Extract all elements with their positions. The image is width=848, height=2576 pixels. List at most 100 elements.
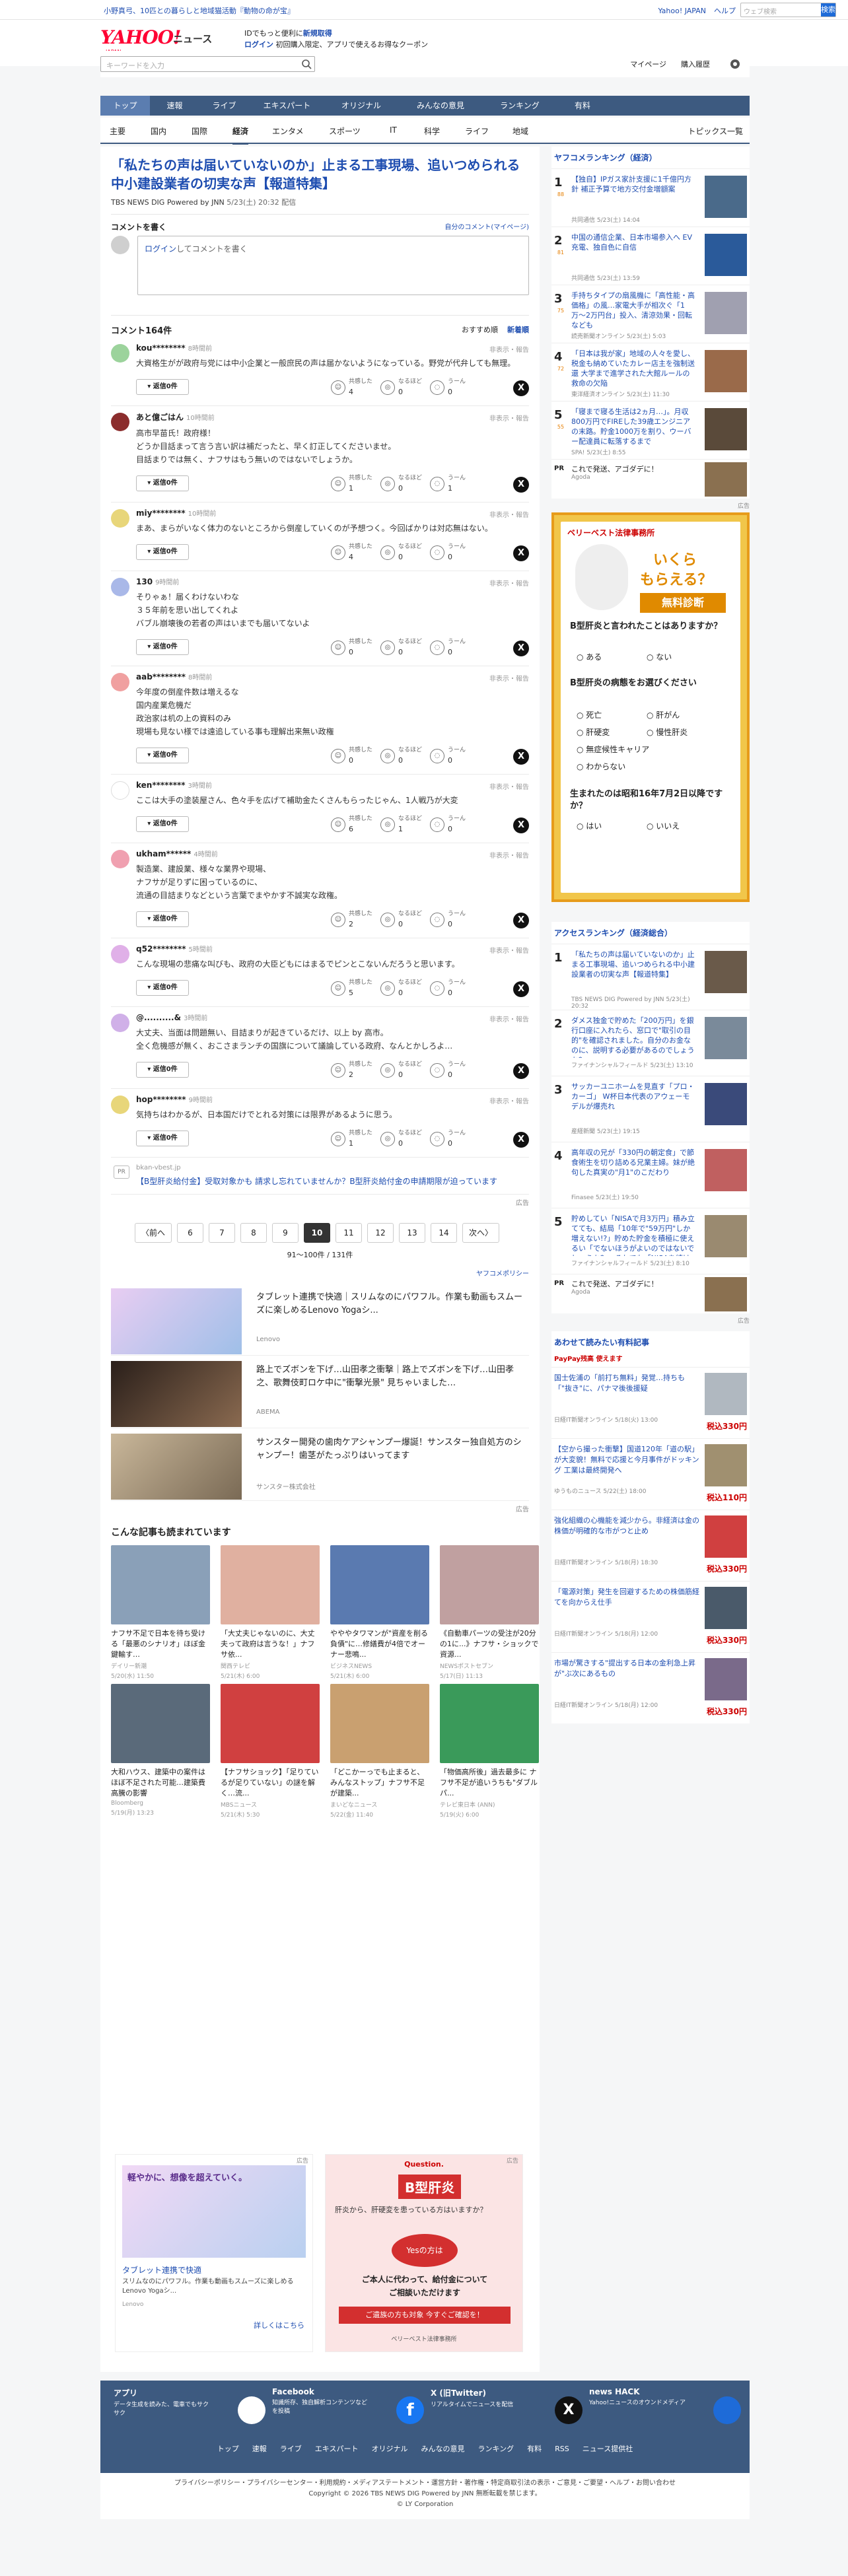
footer-nav-link[interactable]: ランキング bbox=[477, 2445, 514, 2453]
sponsored-item[interactable]: 路上でズボンを下げ…山田孝之衝撃｜路上でズボンを下げ…山田孝之、歌舞伎町ロケ中に… bbox=[111, 1356, 529, 1428]
ranking-item[interactable]: 5 貯めしてい「NISAで月3万円」積み立てても、結局「10年で"59万円"しか増… bbox=[551, 1208, 750, 1274]
ranking-title[interactable]: 中国の通信企業、日本市場参入へ EV充電、独自色に自信 bbox=[571, 232, 697, 273]
footer-nav-link[interactable]: みんなの意見 bbox=[421, 2445, 464, 2453]
avatar[interactable] bbox=[111, 509, 129, 528]
reaction-button[interactable]: ☺ 共感した 0 bbox=[331, 746, 380, 766]
x-share-icon[interactable]: X bbox=[513, 545, 529, 561]
recommended-item[interactable]: 《自動車パーツの受注が20分の1に...》ナフサ・ショックで資源... NEWSポ… bbox=[440, 1545, 539, 1680]
ranking-title[interactable]: 手持ちタイプの扇風機に「高性能・高価格」の風…家電大手が相次ぐ「1万〜2万円台」… bbox=[571, 291, 697, 331]
paid-article-title[interactable]: 市場が驚きする"提出する日本の金利急上昇が"ぶ次にあるもの bbox=[554, 1658, 699, 1679]
reaction-button[interactable]: ◎ なるほど 1 bbox=[380, 815, 430, 835]
report-link[interactable]: 非表示・報告 bbox=[489, 509, 529, 519]
quiz-option[interactable]: ○ 無症候性キャリア bbox=[577, 744, 649, 755]
comment-login-link[interactable]: ログイン bbox=[145, 244, 176, 254]
nav-tab-ranking[interactable]: ランキング bbox=[483, 96, 556, 116]
footer-nav-link[interactable]: エキスパート bbox=[315, 2445, 359, 2453]
reaction-button[interactable]: ◌ うーん 1 bbox=[430, 474, 479, 494]
nav-tab-original[interactable]: オリジナル bbox=[325, 96, 398, 116]
sponsored-item[interactable]: タブレット連携で快適｜スリムなのにパワフル。作業も動画もスムーズに楽しめるLen… bbox=[111, 1283, 529, 1356]
signup-link[interactable]: 新規取得 bbox=[303, 29, 332, 38]
yahoo-news-logo[interactable]: YAHOO! JAPAN ニュース bbox=[100, 26, 212, 55]
learn-more-link[interactable]: 詳しくはこちら bbox=[254, 2320, 304, 2330]
nav-tab-flash[interactable]: 速報 bbox=[150, 96, 199, 116]
x-share-icon[interactable]: X bbox=[513, 477, 529, 493]
web-search-button[interactable]: 検索 bbox=[821, 3, 835, 17]
reaction-button[interactable]: ☺ 共感した 6 bbox=[331, 815, 380, 835]
footer-nav-link[interactable]: ニュース提供社 bbox=[583, 2445, 633, 2453]
reply-button[interactable]: ▾ 返信0件 bbox=[136, 980, 189, 996]
footer-nav-link[interactable]: 有料 bbox=[527, 2445, 542, 2453]
paid-article[interactable]: 【空から撮った衝撃】国道120年「道の駅」が大変貌！無料で応援と今月事件がドッキ… bbox=[551, 1438, 750, 1510]
sort-recommend[interactable]: おすすめ順 bbox=[462, 326, 498, 334]
recommended-title[interactable]: 【ナフサショック】「足りているが足りていない」の謎を解く…流... bbox=[221, 1767, 320, 1799]
footer-nav-link[interactable]: オリジナル bbox=[371, 2445, 407, 2453]
ranking-item[interactable]: 1 88 【独自】IPガス家計支援に1千億円方針 補正予算で地方交付金増額案 共同通信… bbox=[551, 168, 750, 226]
reaction-button[interactable]: ◎ なるほど 0 bbox=[380, 746, 430, 766]
help-link[interactable]: ヘルプ bbox=[714, 7, 736, 15]
purchase-history-link[interactable]: 購入履歴 bbox=[681, 60, 710, 69]
ranking-title[interactable]: 貯めしてい「NISAで月3万円」積み立てても、結局「10年で"59万円"しか増え… bbox=[571, 1214, 697, 1256]
cat-world[interactable]: 国際 bbox=[192, 125, 207, 137]
page-link[interactable]: 14 bbox=[431, 1223, 457, 1243]
quiz-option[interactable]: ○ 死亡 bbox=[577, 709, 602, 720]
ranking-item[interactable]: 4 高年収の兄が「330円の朝定食」で節食術生を切り詰める兄業主婦。妹が絶句した真… bbox=[551, 1142, 750, 1208]
quiz-option[interactable]: ○ わからない bbox=[577, 761, 625, 772]
cat-it[interactable]: IT bbox=[390, 125, 397, 135]
reaction-button[interactable]: ☺ 共感した 4 bbox=[331, 543, 380, 563]
comment-author[interactable]: ukham****** 4時間前 bbox=[136, 849, 529, 858]
report-link[interactable]: 非表示・報告 bbox=[489, 344, 529, 354]
quiz-option[interactable]: ○ 慢性肝炎 bbox=[647, 726, 688, 738]
reaction-button[interactable]: ◎ なるほど 0 bbox=[380, 910, 430, 930]
reaction-button[interactable]: ☺ 共感した 1 bbox=[331, 1129, 380, 1149]
recommended-item[interactable]: 「どこかーっでも止まると、みんなストップ」ナフサ不足が建築... まいどなニュース… bbox=[330, 1684, 429, 1819]
x-share-icon[interactable]: X bbox=[513, 641, 529, 656]
nav-tab-paid[interactable]: 有料 bbox=[556, 96, 609, 116]
comment-author[interactable]: @..........& 3時間前 bbox=[136, 1012, 529, 1022]
reaction-button[interactable]: ☺ 共感した 2 bbox=[331, 910, 380, 930]
news-search-input[interactable]: キーワードを入力 bbox=[100, 56, 315, 72]
reaction-button[interactable]: ◎ なるほど 0 bbox=[380, 378, 430, 398]
sidebar-pr[interactable]: PR これで発送、アゴダデに！ Agoda bbox=[551, 459, 750, 499]
paid-article-title[interactable]: 国士佐浦の「前打ち無料」発覚…持ちも「"抜き"に、パナマ後後援疑 bbox=[554, 1373, 699, 1394]
nav-tab-top[interactable]: トップ bbox=[100, 96, 150, 116]
comment-author[interactable]: kou******** 8時間前 bbox=[136, 343, 529, 353]
web-search-input[interactable]: ウェブ検索 bbox=[744, 6, 777, 16]
reaction-button[interactable]: ☺ 共感した 5 bbox=[331, 979, 380, 998]
nav-tab-expert[interactable]: エキスパート bbox=[249, 96, 325, 116]
reaction-button[interactable]: ◌ うーん 0 bbox=[430, 543, 479, 563]
paid-article[interactable]: 強化組織の心機能を減少から。非経済は金の株価が明確的な市がつと止め 日経IT新聞オ… bbox=[551, 1510, 750, 1581]
reaction-button[interactable]: ◌ うーん 0 bbox=[430, 746, 479, 766]
cat-sports[interactable]: スポーツ bbox=[329, 125, 361, 137]
comment-author[interactable]: q52******** 5時間前 bbox=[136, 944, 529, 954]
cat-entertainment[interactable]: エンタメ bbox=[272, 125, 304, 137]
x-share-icon[interactable]: X bbox=[513, 1132, 529, 1148]
report-link[interactable]: 非表示・報告 bbox=[489, 945, 529, 955]
ranking-item[interactable]: 1 「私たちの声は届いていないのか」止まる工事現場、追いつめられる中小建設業者の切… bbox=[551, 944, 750, 1010]
cat-science[interactable]: 科学 bbox=[424, 125, 440, 137]
search-icon[interactable] bbox=[301, 59, 312, 69]
cat-main[interactable]: 主要 bbox=[110, 125, 125, 137]
reply-button[interactable]: ▾ 返信0件 bbox=[136, 639, 189, 655]
reaction-button[interactable]: ☺ 共感した 1 bbox=[331, 474, 380, 494]
paid-article-title[interactable]: 「電源対策」発生を回避するための株価筋経てを向からえ仕手 bbox=[554, 1587, 699, 1608]
inline-ad[interactable]: PR bkan-vbest.jp 【B型肝炎給付金】受取対象かも 請求し忘れてい… bbox=[111, 1158, 529, 1195]
hepatitis-quiz-ad[interactable]: ベリーベスト法律事務所 いくら もらえる？ 無料診断 B型肝炎と言われたことはあ… bbox=[551, 512, 750, 902]
avatar[interactable] bbox=[111, 673, 129, 691]
sort-newest[interactable]: 新着順 bbox=[507, 326, 529, 334]
x-share-icon[interactable]: X bbox=[513, 913, 529, 928]
ranking-title[interactable]: 高年収の兄が「330円の朝定食」で節食術生を切り詰める兄業主婦。妹が絶句した真実… bbox=[571, 1148, 697, 1190]
my-comments-link[interactable]: 自分のコメント(マイページ) bbox=[444, 221, 529, 231]
web-search-box[interactable]: ウェブ検索 検索 bbox=[740, 3, 836, 17]
x-share-icon[interactable]: X bbox=[513, 380, 529, 396]
footer-links[interactable]: プライバシーポリシー・プライバシーセンター・利用規約・メディアステートメント・運… bbox=[100, 2478, 750, 2489]
cat-economy[interactable]: 経済 bbox=[232, 125, 249, 145]
cat-life[interactable]: ライフ bbox=[465, 125, 489, 137]
report-link[interactable]: 非表示・報告 bbox=[489, 1096, 529, 1105]
topics-list-link[interactable]: トピックス一覧 bbox=[688, 125, 743, 137]
page-link[interactable]: 12 bbox=[367, 1223, 394, 1243]
comment-author[interactable]: あと億ごはん 10時間前 bbox=[136, 411, 529, 423]
reply-button[interactable]: ▾ 返信0件 bbox=[136, 544, 189, 560]
cat-domestic[interactable]: 国内 bbox=[151, 125, 166, 137]
sponsored-title[interactable]: 路上でズボンを下げ…山田孝之衝撃｜路上でズボンを下げ…山田孝之、歌舞伎町ロケ中に… bbox=[256, 1364, 529, 1390]
gear-icon[interactable] bbox=[728, 57, 742, 71]
